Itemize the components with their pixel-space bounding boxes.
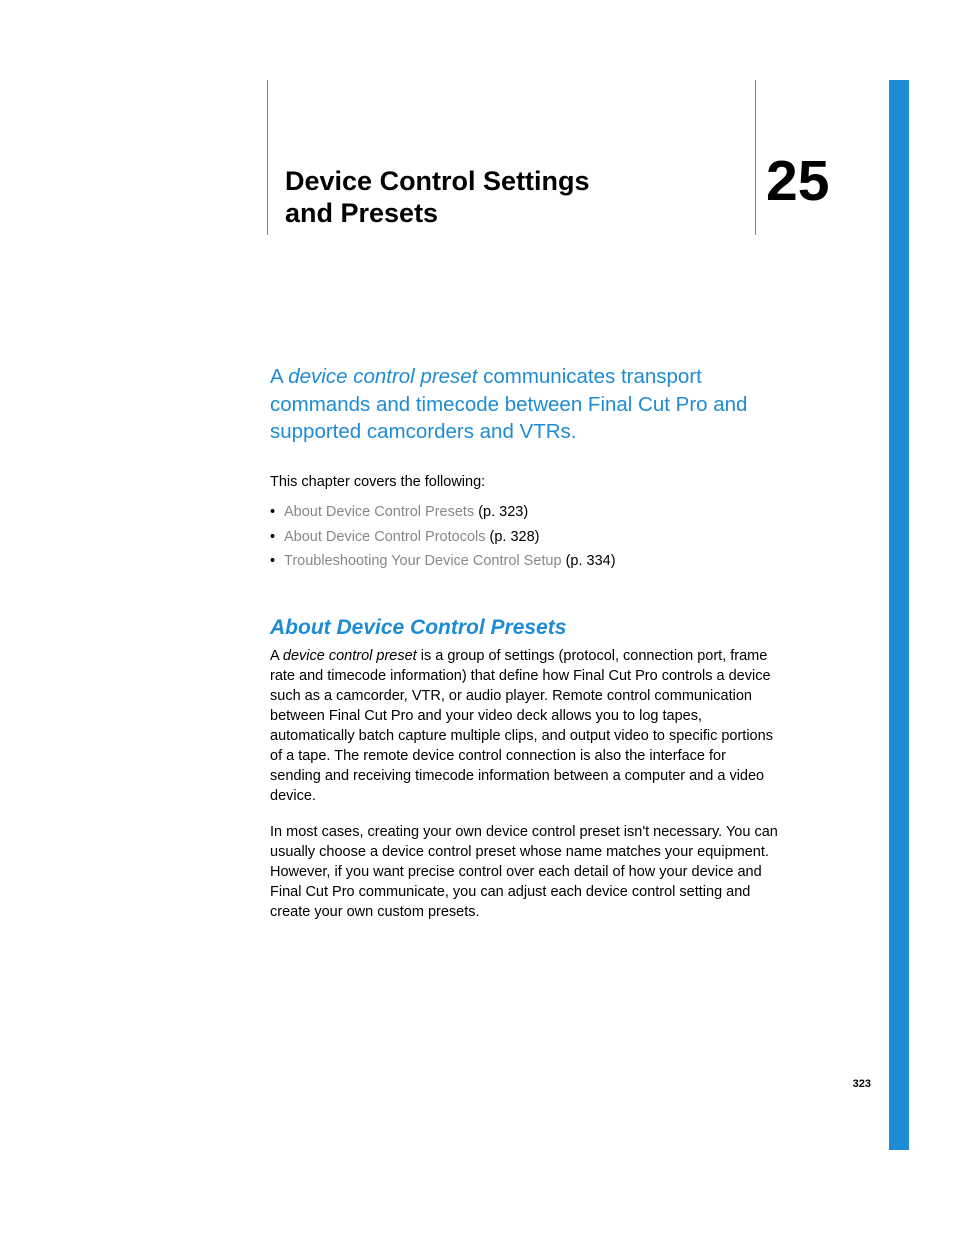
chapter-title: Device Control Settings and Presets	[285, 165, 685, 230]
chapter-title-line1: Device Control Settings	[285, 166, 590, 196]
para1-prefix: A	[270, 648, 283, 664]
toc-list: About Device Control Presets (p. 323) Ab…	[270, 500, 780, 574]
toc-item: About Device Control Presets (p. 323)	[270, 500, 780, 525]
toc-page-ref: (p. 323)	[474, 504, 528, 520]
para1-italic: device control preset	[283, 648, 417, 664]
body-paragraph-1: A device control preset is a group of se…	[270, 646, 780, 806]
para1-suffix: is a group of settings (protocol, connec…	[270, 648, 773, 804]
chapter-title-line2: and Presets	[285, 198, 438, 228]
intro-italic-term: device control preset	[288, 365, 477, 388]
intro-prefix: A	[270, 365, 288, 388]
title-divider-right	[755, 80, 756, 235]
title-divider-left	[267, 80, 268, 235]
page-number: 323	[853, 1078, 871, 1090]
section-heading: About Device Control Presets	[270, 616, 780, 640]
toc-page-ref: (p. 334)	[562, 553, 616, 569]
toc-link[interactable]: Troubleshooting Your Device Control Setu…	[284, 553, 562, 569]
toc-link[interactable]: About Device Control Presets	[284, 504, 474, 520]
chapter-number: 25	[766, 148, 829, 214]
toc-item: About Device Control Protocols (p. 328)	[270, 525, 780, 550]
body-paragraph-2: In most cases, creating your own device …	[270, 822, 780, 922]
intro-paragraph: A device control preset communicates tra…	[270, 363, 780, 446]
covers-label: This chapter covers the following:	[270, 474, 780, 490]
toc-link[interactable]: About Device Control Protocols	[284, 529, 486, 545]
chapter-color-bar	[889, 80, 909, 1150]
toc-item: Troubleshooting Your Device Control Setu…	[270, 549, 780, 574]
toc-page-ref: (p. 328)	[486, 529, 540, 545]
content-area: A device control preset communicates tra…	[270, 363, 780, 938]
